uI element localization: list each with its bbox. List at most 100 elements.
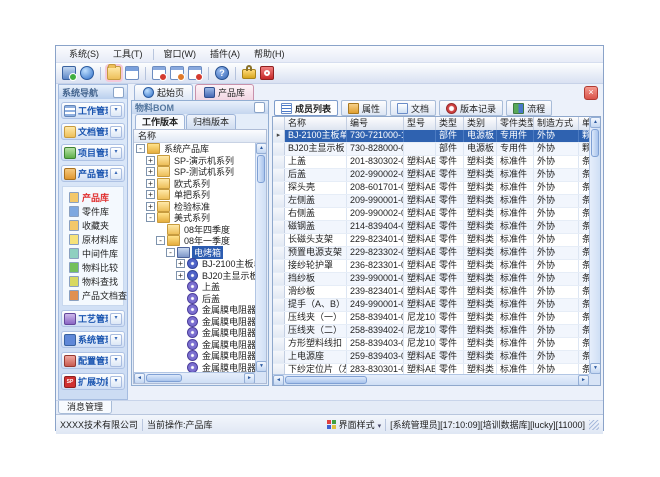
- sidebar-item-6[interactable]: 物料比较: [63, 260, 123, 274]
- scroll-right-icon[interactable]: [244, 373, 255, 384]
- table-row[interactable]: 磁钢盖214-839404-01E塑料ABS零件塑料类标准件外协条: [273, 221, 589, 234]
- table-row[interactable]: 压线夹（二）258-839402-00E尼龙1010零件塑料类标准件外协条: [273, 325, 589, 338]
- table-row[interactable]: 后盖202-990002-01E塑料ABS零件塑料类标准件外协条: [273, 169, 589, 182]
- chevron-up-icon[interactable]: [110, 168, 122, 180]
- table-row[interactable]: 压线夹（一）258-839401-00E尼龙1010零件塑料类标准件外协条: [273, 312, 589, 325]
- expand-icon[interactable]: [176, 259, 185, 268]
- sidebar-item-5[interactable]: 中间件库: [63, 246, 123, 260]
- sidebar-group-7[interactable]: 配置管理: [61, 352, 125, 369]
- sidebar-options-icon[interactable]: [113, 87, 124, 98]
- menu-item-3[interactable]: 窗口(W): [157, 47, 204, 62]
- sidebar-group-5[interactable]: 工艺管理: [61, 310, 125, 327]
- column-header[interactable]: 制造方式: [534, 117, 579, 130]
- doc-tab-1[interactable]: 起始页: [134, 84, 193, 100]
- table-row[interactable]: BJ20主显示板730-828000-04E部件电源板专用件外协颗: [273, 143, 589, 156]
- new-window-icon[interactable]: [152, 66, 166, 80]
- pin-icon[interactable]: [254, 102, 265, 113]
- sidebar-item-8[interactable]: 产品文档查找: [63, 288, 123, 302]
- scroll-up-icon[interactable]: [590, 117, 601, 128]
- chevron-down-icon[interactable]: [110, 355, 122, 367]
- table-row[interactable]: 探头壳208-601701-01E塑料ABS零件塑料类标准件外协条: [273, 182, 589, 195]
- table-horizontal-scrollbar[interactable]: [273, 374, 589, 385]
- help-icon[interactable]: [215, 66, 229, 80]
- tab-5[interactable]: 流程: [506, 100, 552, 116]
- table-row[interactable]: 方形塑料线扣258-839403-00E尼龙1010零件塑料类标准件外协条: [273, 338, 589, 351]
- tab-message-manager[interactable]: 消息管理: [58, 401, 112, 414]
- table-row[interactable]: 滑纱板239-823401-00E塑料ABS零件塑料类标准件外协条: [273, 286, 589, 299]
- column-header[interactable]: 零件类型: [497, 117, 534, 130]
- tree-node-20[interactable]: 金属膜电阻器: [134, 362, 255, 373]
- table-row[interactable]: 接纱轮护罩236-823301-00E塑料ABS零件塑料类标准件外协条: [273, 260, 589, 273]
- expand-icon[interactable]: [146, 156, 155, 165]
- column-header[interactable]: 类型: [436, 117, 464, 130]
- resize-grip[interactable]: [589, 420, 599, 430]
- scroll-right-icon[interactable]: [578, 375, 589, 386]
- tab-1[interactable]: 成员列表: [274, 100, 338, 116]
- collapse-icon[interactable]: [136, 144, 145, 153]
- scroll-up-icon[interactable]: [256, 143, 267, 154]
- scroll-thumb[interactable]: [146, 374, 182, 382]
- column-header[interactable]: 编号: [347, 117, 404, 130]
- scroll-left-icon[interactable]: [134, 373, 145, 384]
- sidebar-item-1[interactable]: 产品库: [63, 190, 123, 204]
- scroll-down-icon[interactable]: [256, 361, 267, 372]
- sidebar-item-2[interactable]: 零件库: [63, 204, 123, 218]
- lock-icon[interactable]: [242, 69, 256, 79]
- chevron-down-icon[interactable]: [110, 105, 122, 117]
- table-row[interactable]: 长磁头支架229-823401-00E塑料ABS零件塑料类标准件外协条: [273, 234, 589, 247]
- collapse-icon[interactable]: [146, 213, 155, 222]
- table-row[interactable]: BJ-2100主板单点730-721000-12E部件电源板专用件外协颗: [273, 130, 589, 143]
- sidebar-group-8[interactable]: 扩展功能: [61, 373, 125, 390]
- table-row[interactable]: 上电源座259-839403-00E塑料ABS零件塑料类标准件外协条: [273, 351, 589, 364]
- sidebar-group-4[interactable]: 产品管理: [61, 165, 125, 182]
- refresh-window-icon[interactable]: [188, 66, 202, 80]
- scroll-thumb[interactable]: [257, 155, 265, 183]
- scroll-down-icon[interactable]: [590, 363, 601, 374]
- tab-2[interactable]: 属性: [341, 100, 387, 116]
- ui-style-selector[interactable]: 界面样式: [327, 418, 382, 431]
- sidebar-group-6[interactable]: 系统管理: [61, 331, 125, 348]
- chevron-down-icon[interactable]: [110, 334, 122, 346]
- sidebar-group-3[interactable]: 项目管理: [61, 144, 125, 161]
- layout-icon[interactable]: [125, 66, 139, 80]
- table-row[interactable]: 提手（A、B）249-990001-01E塑料ABS零件塑料类标准件外协条: [273, 299, 589, 312]
- tree-node-13[interactable]: 上盖: [134, 281, 255, 293]
- folder-open-icon[interactable]: [107, 66, 121, 80]
- table-row[interactable]: 下纱定位片（左）283-830301-00E塑料ABS零件塑料类标准件外协条: [273, 364, 589, 374]
- chevron-down-icon[interactable]: [110, 147, 122, 159]
- expand-icon[interactable]: [146, 167, 155, 176]
- tab-version-2[interactable]: 归档版本: [186, 114, 236, 129]
- tab-4[interactable]: 版本记录: [439, 100, 503, 116]
- scroll-thumb[interactable]: [591, 129, 599, 157]
- tab-3[interactable]: 文档: [390, 100, 436, 116]
- switch-window-icon[interactable]: [170, 66, 184, 80]
- chevron-down-icon[interactable]: [110, 313, 122, 325]
- collapse-icon[interactable]: [156, 236, 165, 245]
- sidebar-item-4[interactable]: 原材料库: [63, 232, 123, 246]
- sidebar-group-2[interactable]: 文档管理: [61, 123, 125, 140]
- table-row[interactable]: 挡纱板239-990001-01E塑料ABS零件塑料类标准件外协条: [273, 273, 589, 286]
- column-header[interactable]: 型号: [404, 117, 436, 130]
- menu-item-5[interactable]: 帮助(H): [247, 47, 292, 62]
- menu-item-4[interactable]: 插件(A): [203, 47, 247, 62]
- menu-item-2[interactable]: 工具(T): [106, 47, 150, 62]
- sidebar-item-7[interactable]: 物料查找: [63, 274, 123, 288]
- sidebar-item-3[interactable]: 收藏夹: [63, 218, 123, 232]
- monitor-icon[interactable]: [62, 66, 76, 80]
- collapse-icon[interactable]: [166, 248, 175, 257]
- close-icon[interactable]: [584, 86, 598, 100]
- expand-icon[interactable]: [146, 179, 155, 188]
- doc-tab-2[interactable]: 产品库: [195, 84, 254, 100]
- table-row[interactable]: 左侧盖209-990001-01E塑料ABS零件塑料类标准件外协条: [273, 195, 589, 208]
- globe-icon[interactable]: [80, 66, 94, 80]
- expand-icon[interactable]: [176, 271, 185, 280]
- menu-item-1[interactable]: 系统(S): [62, 47, 106, 62]
- sidebar-group-1[interactable]: 工作管理: [61, 102, 125, 119]
- table-row[interactable]: 预置电源支架229-823302-00E塑料ABS零件塑料类标准件外协条: [273, 247, 589, 260]
- expand-icon[interactable]: [146, 190, 155, 199]
- scroll-thumb[interactable]: [285, 376, 367, 384]
- chevron-down-icon[interactable]: [110, 126, 122, 138]
- tree-node-12[interactable]: BJ20主显示板: [134, 270, 255, 282]
- tree-horizontal-scrollbar[interactable]: [134, 372, 255, 383]
- column-header[interactable]: 名称: [285, 117, 347, 130]
